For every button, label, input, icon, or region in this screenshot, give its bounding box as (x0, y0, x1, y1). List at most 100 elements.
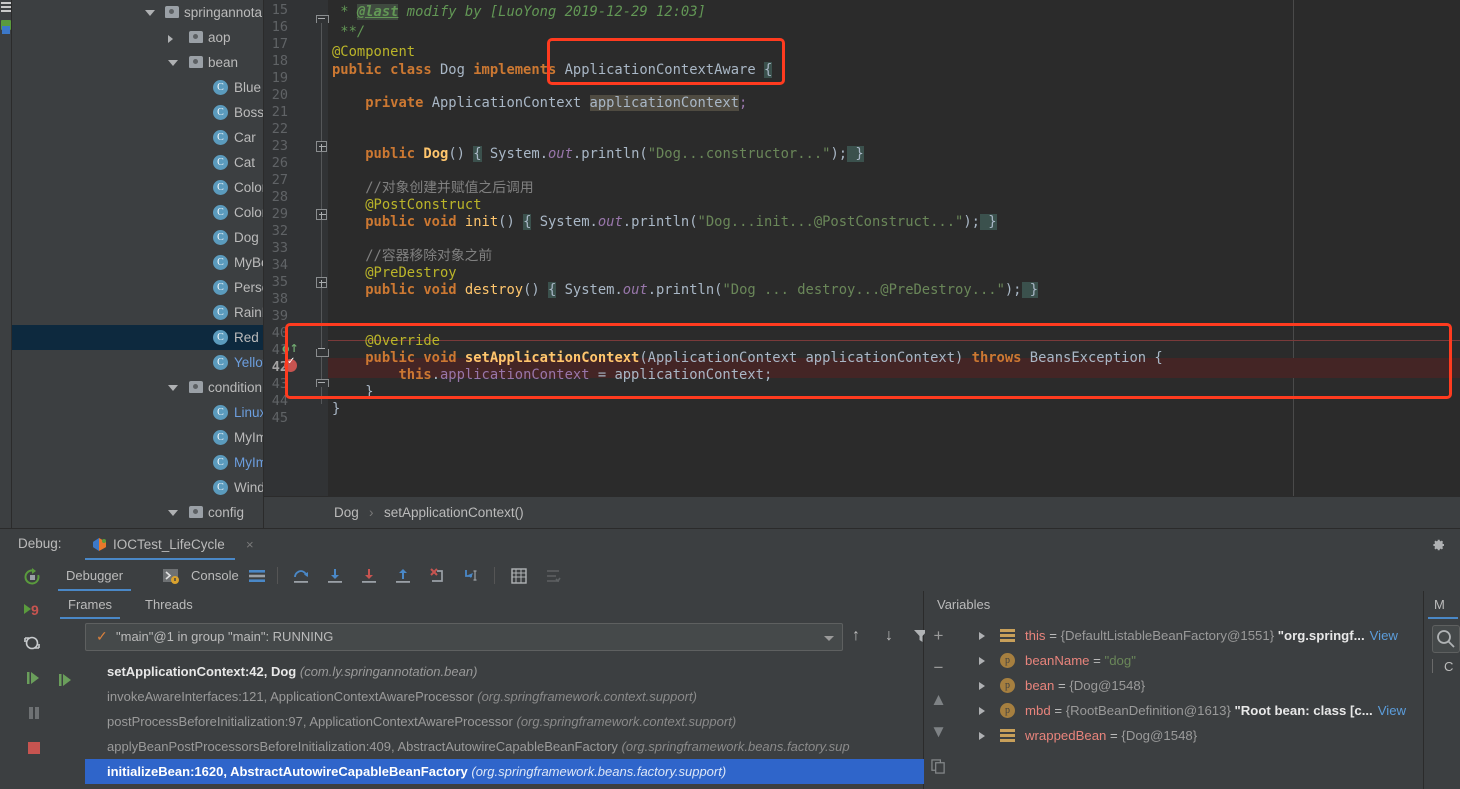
breadcrumb[interactable]: Dog › setApplicationContext() (264, 496, 1460, 528)
fold-box-29[interactable] (316, 209, 327, 220)
chevron-down-icon[interactable] (168, 385, 178, 395)
stack-frame-row[interactable]: invokeAwareInterfaces:121, ApplicationCo… (85, 684, 924, 709)
tree-item[interactable]: C Dog (12, 225, 263, 250)
module-icon[interactable] (2, 26, 10, 34)
pause-program-icon[interactable] (26, 705, 42, 721)
close-session-icon[interactable]: × (246, 537, 254, 552)
stack-frame-row[interactable]: applyBeanPostProcessorsBeforeInitializat… (85, 734, 924, 759)
resume-program-icon[interactable] (26, 670, 42, 686)
code-line[interactable]: public Dog() { System.out.println("Dog..… (332, 144, 864, 164)
memory-panel[interactable]: M C (1423, 591, 1460, 789)
tab-frames[interactable]: Frames (60, 591, 121, 619)
tree-item[interactable]: C Red (12, 325, 263, 350)
tree-item[interactable]: C MyImp (12, 425, 263, 450)
code-line[interactable]: @Component (332, 42, 415, 62)
tree-item[interactable]: CYellow (12, 350, 263, 375)
layout-icon[interactable] (248, 567, 266, 585)
tree-item[interactable]: C Blue (12, 75, 263, 100)
rerun-icon[interactable] (22, 567, 42, 587)
breakpoint-icon[interactable] (284, 356, 297, 372)
thread-selector[interactable]: ✓ "main"@1 in group "main": RUNNING (85, 623, 843, 651)
frame-down-button[interactable]: ↓ (885, 627, 893, 645)
tab-console[interactable]: Console (183, 560, 247, 591)
up-icon[interactable]: ▲ (930, 691, 947, 708)
breadcrumb-method[interactable]: setApplicationContext() (384, 505, 524, 520)
view-link[interactable]: View (1370, 628, 1398, 643)
tree-item[interactable]: C Cat (12, 150, 263, 175)
stack-frame-row[interactable]: setApplicationContext:42, Dog (com.ly.sp… (85, 659, 924, 684)
tree-item[interactable]: C MyImp (12, 450, 263, 475)
add-icon[interactable]: + (930, 627, 947, 644)
variable-row[interactable]: p bean = {Dog@1548} (952, 673, 1423, 698)
fold-box-35[interactable] (316, 277, 327, 288)
stack-frame-row[interactable]: postProcessBeforeInitialization:97, Appl… (85, 709, 924, 734)
expand-arrow-icon[interactable] (979, 707, 985, 715)
tree-item[interactable]: aop (12, 25, 263, 50)
frame-up-button[interactable]: ↑ (852, 627, 860, 645)
project-tree[interactable]: springannota aop bean C Blue C Boss C Car C Cat C Co… (12, 0, 264, 530)
frames-panel[interactable]: Frames Threads ✓ "main"@1 in group "main… (52, 591, 928, 789)
stack-frame-row[interactable]: initializeBean:1620, AbstractAutowireCap… (85, 759, 924, 784)
stop-icon[interactable] (26, 740, 42, 756)
resume-badge-9-icon[interactable]: 9 (22, 600, 42, 620)
gear-icon[interactable] (1430, 537, 1446, 553)
tree-item[interactable]: CPerson (12, 275, 263, 300)
code-line[interactable]: public void init() { System.out.println(… (332, 212, 997, 232)
tree-item[interactable]: C Color (12, 175, 263, 200)
evaluate-icon[interactable] (510, 567, 528, 585)
tree-item[interactable]: CLinuxC (12, 400, 263, 425)
variable-row[interactable]: p mbd = {RootBeanDefinition@1613} "Root b… (952, 698, 1423, 723)
tree-item[interactable]: CMyBe (12, 250, 263, 275)
structure-icon[interactable] (1, 2, 11, 12)
breadcrumb-class[interactable]: Dog (334, 505, 359, 520)
code-line[interactable]: public void destroy() { System.out.print… (332, 280, 1039, 300)
tree-item[interactable]: C Boss (12, 100, 263, 125)
code-line[interactable]: this.applicationContext = applicationCon… (332, 365, 772, 385)
chevron-down-icon[interactable] (168, 60, 178, 70)
tree-item[interactable]: C Windo (12, 475, 263, 500)
remove-icon[interactable]: − (930, 659, 947, 676)
code-line[interactable]: * @last modify by [LuoYong 2019-12-29 12… (332, 2, 706, 22)
tree-item[interactable]: condition (12, 375, 263, 400)
variable-row[interactable]: wrappedBean = {Dog@1548} (952, 723, 1423, 748)
view-link[interactable]: View (1378, 703, 1406, 718)
code-line[interactable]: private ApplicationContext applicationCo… (332, 93, 747, 113)
tree-item[interactable]: CRainB (12, 300, 263, 325)
variable-row[interactable]: this = {DefaultListableBeanFactory@1551}… (952, 623, 1423, 648)
fold-cap-41[interactable] (316, 345, 329, 357)
tree-item[interactable]: bean (12, 50, 263, 75)
tree-item[interactable]: springannota (12, 0, 263, 25)
tab-threads[interactable]: Threads (137, 591, 201, 619)
code-content[interactable]: * @last modify by [LuoYong 2019-12-29 12… (328, 0, 1460, 496)
chevron-down-icon[interactable] (168, 510, 178, 520)
step-into-icon[interactable] (326, 567, 344, 585)
settings-list-icon[interactable] (544, 567, 562, 585)
down-icon[interactable]: ▼ (930, 723, 947, 740)
chevron-down-icon[interactable] (145, 10, 155, 20)
override-marker-icon[interactable]: o↑ (282, 342, 299, 355)
tab-debugger[interactable]: Debugger (58, 560, 132, 591)
code-line[interactable]: } (332, 399, 340, 419)
run-to-cursor-icon[interactable] (462, 567, 480, 585)
force-step-into-icon[interactable] (360, 567, 378, 585)
debug-action-sidebar[interactable]: 9 (12, 560, 52, 789)
debug-session-tab[interactable]: IOCTest_LifeCycle (85, 529, 235, 560)
expand-arrow-icon[interactable] (979, 682, 985, 690)
expand-arrow-icon[interactable] (979, 632, 985, 640)
step-out-icon[interactable] (394, 567, 412, 585)
fold-cap-top[interactable] (316, 15, 329, 26)
chevron-right-icon[interactable] (168, 35, 173, 43)
expand-arrow-icon[interactable] (979, 732, 985, 740)
code-editor[interactable]: 15 16 17 18 19 20 21 22 23 26 27 28 29 32 33 34 35 38 39 40… (264, 0, 1460, 496)
search-icon[interactable] (1432, 625, 1460, 653)
fold-cap-43[interactable] (316, 379, 329, 390)
editor-gutter[interactable]: 15 16 17 18 19 20 21 22 23 26 27 28 29 32 33 34 35 38 39 40… (264, 0, 329, 496)
tree-item[interactable]: CColorF (12, 200, 263, 225)
chevron-down-icon[interactable] (824, 636, 834, 641)
code-line[interactable]: **/ (332, 22, 365, 42)
tree-item[interactable]: config (12, 500, 263, 525)
step-over-icon[interactable] (292, 567, 310, 585)
tree-item[interactable]: C Car (12, 125, 263, 150)
mute-breakpoints-icon[interactable] (22, 633, 42, 653)
drop-frame-icon[interactable] (428, 567, 446, 585)
